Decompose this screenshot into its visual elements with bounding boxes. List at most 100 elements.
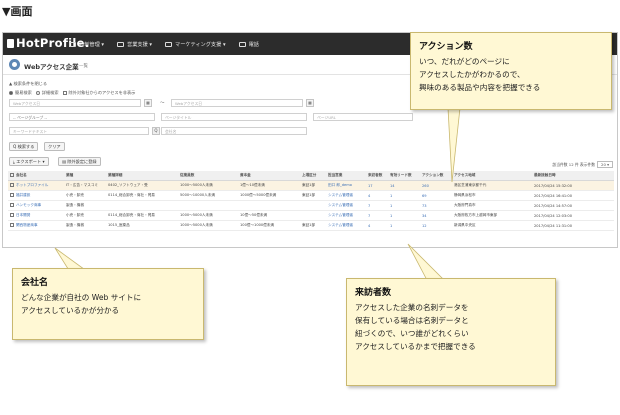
column-header[interactable]: 業種	[64, 171, 106, 181]
column-header[interactable]: 上場区分	[300, 171, 326, 181]
logo-mark-icon	[7, 39, 14, 48]
table-cell[interactable]: 田口 郎_demo	[326, 180, 366, 191]
phone-icon	[238, 41, 246, 47]
table-cell[interactable]: 14	[388, 180, 420, 191]
table-cell: 2017/04/24 15:32:00	[532, 180, 614, 191]
keyword-input[interactable]: キーワードテキスト	[9, 127, 149, 135]
radio-selected-icon	[9, 90, 13, 95]
callout-title: アクション数	[419, 42, 473, 52]
table-cell[interactable]: 12	[420, 220, 452, 231]
table-cell[interactable]: 1	[388, 210, 420, 221]
table-cell[interactable]: 260	[420, 180, 452, 191]
page-title-input[interactable]: ページタイトル	[161, 113, 307, 121]
column-header[interactable]: 最新接触日時	[532, 171, 614, 181]
calendar-from-icon[interactable]: ▦	[144, 99, 152, 107]
table-cell[interactable]: 34	[420, 210, 452, 221]
column-header[interactable]: 有効リード数	[388, 171, 420, 181]
callout-line: 保有している場合は名刺データと	[355, 316, 469, 325]
table-cell[interactable]: システム管理者	[326, 200, 366, 211]
checkbox-icon	[62, 90, 67, 95]
company-name-link[interactable]: 関西物産商事	[14, 220, 64, 231]
column-header[interactable]: 来訪者数	[366, 171, 388, 181]
exclude-register-button[interactable]: ▤ 除外設定に登録	[58, 157, 101, 166]
table-cell: 1000～5000人未満	[178, 180, 238, 191]
page-title: Webアクセス企業	[24, 63, 79, 71]
page-group-select[interactable]: -- ページグループ --	[9, 113, 155, 121]
table-cell: 製造・機械	[64, 200, 106, 211]
table-cell: 1000～5000人未満	[178, 210, 238, 221]
table-cell: 0402_ソフトウェア・受	[106, 180, 178, 191]
table-cell	[300, 200, 326, 211]
table-cell[interactable]: システム管理者	[326, 220, 366, 231]
company-input[interactable]: 会社名	[161, 127, 307, 135]
column-header[interactable]: アクション数	[420, 171, 452, 181]
page-url-input[interactable]: ページURL	[313, 113, 413, 121]
table-row[interactable]: ホットプロファイル IT・広告・マスコミ 0402_ソフトウェア・受 1000～500…	[8, 180, 614, 191]
table-cell: 大阪府門真市	[452, 200, 532, 211]
table-cell: 東証1部	[300, 220, 326, 231]
company-name-link[interactable]: 日本開発	[14, 210, 64, 221]
column-header[interactable]: 業種詳細	[106, 171, 178, 181]
card-icon	[69, 41, 76, 47]
table-cell: 東証1部	[300, 180, 326, 191]
table-cell[interactable]: 1	[388, 190, 420, 201]
column-header[interactable]: 従業員数	[178, 171, 238, 181]
callout-line: 興味のある製品や内容を把握できる	[419, 83, 541, 92]
nav-item-card-management[interactable]: 名刺管理 ▾	[69, 41, 104, 48]
table-cell: 東証1部	[300, 190, 326, 201]
column-header[interactable]: アクセス地域	[452, 171, 532, 181]
table-cell: 新潟県中央区	[452, 220, 532, 231]
table-cell: 2017/04/24 12:03:00	[532, 210, 614, 221]
radio-advanced-search[interactable]: 詳細検索	[35, 90, 59, 95]
table-cell: 製造・機械	[64, 220, 106, 231]
table-row[interactable]: 福井建設 小売・卸売 0114_総合卸売・商社・貿易 5000～10000人未満 100…	[8, 190, 614, 201]
nav-item-phone[interactable]: 電話	[238, 41, 259, 48]
company-name-link[interactable]: 福井建設	[14, 190, 64, 201]
table-cell[interactable]: 1	[388, 220, 420, 231]
date-to-input[interactable]: Webアクセス日	[171, 99, 303, 107]
company-name-link[interactable]: ホットプロファイル	[14, 180, 64, 191]
table-cell[interactable]: 7	[366, 210, 388, 221]
table-row[interactable]: 関西物産商事 製造・機械 1015_医薬品 1000～5000人未満 100億～1000…	[8, 220, 614, 231]
table-cell[interactable]: 4	[366, 190, 388, 201]
table-cell[interactable]: 69	[420, 190, 452, 201]
column-header[interactable]: 担当営業	[326, 171, 366, 181]
column-header[interactable]: 資本金	[238, 171, 300, 181]
section-heading: ▼画面	[2, 5, 33, 18]
table-cell	[238, 200, 300, 211]
radio-simple-search[interactable]: 簡易検索	[9, 90, 32, 95]
toggle-filters-link[interactable]: ▲ 検索条件を閉じる	[9, 81, 47, 87]
export-button[interactable]: ⤓ エクスポート ▾	[9, 157, 49, 166]
visitors-callout-pointer	[407, 243, 447, 283]
clear-button[interactable]: クリア	[44, 142, 65, 151]
table-cell: 0114_総合卸売・商社・貿易	[106, 190, 178, 201]
table-cell: 小売・卸売	[64, 210, 106, 221]
table-cell[interactable]: システム管理者	[326, 210, 366, 221]
column-header[interactable]: 会社名	[14, 171, 64, 181]
table-cell[interactable]: 17	[366, 180, 388, 191]
table-cell: 100億～1000億未満	[238, 220, 300, 231]
nav-item-marketing-support[interactable]: マーケティング支援 ▾	[165, 41, 226, 48]
table-cell[interactable]: 4	[366, 220, 388, 231]
page-size-select[interactable]: 20 ▾	[597, 161, 613, 168]
chart-icon	[165, 41, 173, 47]
table-cell[interactable]: 7	[366, 200, 388, 211]
nav-item-sales-support[interactable]: 営業支援 ▾	[117, 41, 152, 48]
company-name-link[interactable]: ハンモック商事	[14, 200, 64, 211]
table-cell: 大阪府枚方市上越岡市東部	[452, 210, 532, 221]
table-cell[interactable]: 1	[388, 200, 420, 211]
exclude-checkbox[interactable]: 除外対象社からのアクセスを非表示	[62, 90, 135, 95]
search-icon[interactable]: Q	[152, 127, 160, 135]
table-cell[interactable]: 73	[420, 200, 452, 211]
checkbox-icon	[10, 223, 14, 228]
table-row[interactable]: 日本開発 小売・卸売 0114_総合卸売・商社・貿易 1000～5000人未満 10億～…	[8, 210, 614, 221]
briefcase-icon	[117, 41, 125, 47]
date-from-input[interactable]: Webアクセス日	[9, 99, 141, 107]
table-cell[interactable]: システム管理者	[326, 190, 366, 201]
table-cell: 小売・卸売	[64, 190, 106, 201]
search-button[interactable]: Q 検索する	[9, 142, 39, 151]
table-row[interactable]: ハンモック商事 製造・機械 システム管理者 7 1 73 大阪府門真市 2017/04/24 …	[8, 200, 614, 211]
calendar-to-icon[interactable]: ▦	[306, 99, 314, 107]
radio-empty-icon	[35, 90, 40, 95]
table-cell: 5000～10000人未満	[178, 190, 238, 201]
